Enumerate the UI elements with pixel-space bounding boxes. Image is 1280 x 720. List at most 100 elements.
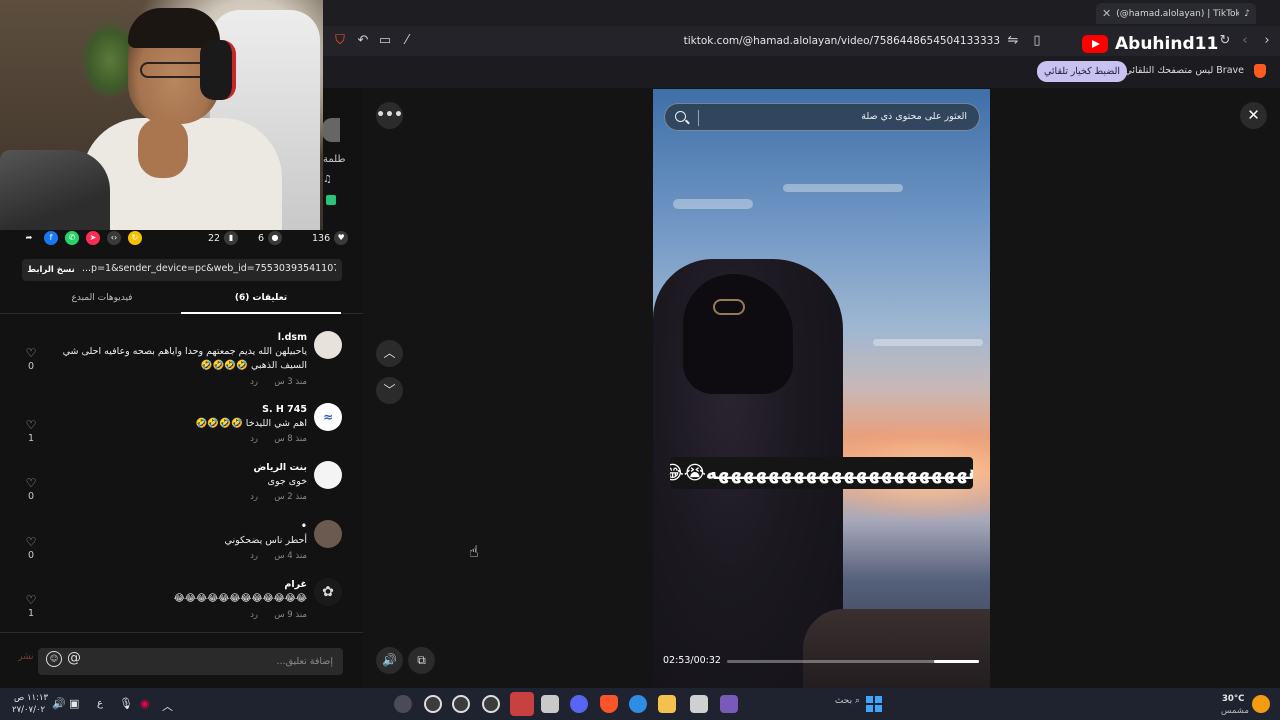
file-explorer-icon[interactable] — [658, 695, 676, 713]
commenter-avatar[interactable] — [314, 520, 342, 548]
settings-app-icon[interactable] — [424, 695, 442, 713]
telegram-icon[interactable] — [510, 692, 534, 716]
app-icon[interactable] — [720, 695, 738, 713]
taskbar-search[interactable]: ⌕ بحث — [808, 696, 860, 712]
volume-button[interactable]: 🔊 — [376, 647, 403, 674]
commenter-username[interactable]: l.dsm — [278, 332, 307, 343]
creator-avatar-edge[interactable] — [322, 118, 340, 142]
comment-like[interactable]: ♡ 0 — [22, 477, 40, 502]
windows-start-icon[interactable] — [866, 696, 882, 712]
edge-browser-icon[interactable] — [629, 695, 647, 713]
channel-overlay: Abuhind11 — [1082, 34, 1218, 54]
commenter-avatar[interactable] — [314, 461, 342, 489]
comment-text: أحطر ناس يضحكوني — [224, 535, 307, 546]
heart-outline-icon[interactable]: ♡ — [22, 347, 40, 359]
back-icon[interactable]: › — [1258, 32, 1276, 50]
repost-icon[interactable]: ↻ — [128, 231, 142, 245]
clock-date[interactable]: ٢٧/٠٧/٠٢ — [12, 705, 45, 715]
reply-button[interactable]: رد — [250, 377, 258, 387]
post-comment-button[interactable]: نشر — [18, 652, 34, 662]
app-tray-icon[interactable]: ◉ — [140, 697, 150, 710]
search-icon[interactable] — [675, 111, 686, 122]
sky-cloud — [673, 199, 753, 209]
reply-button[interactable]: رد — [250, 610, 258, 620]
set-default-button[interactable]: الضبط كخيار تلقائي — [1037, 61, 1127, 82]
embed-icon[interactable]: ‹› — [107, 231, 121, 245]
next-video-button[interactable]: ﹀ — [376, 377, 403, 404]
commenter-avatar[interactable]: ≈ — [314, 403, 342, 431]
heart-outline-icon[interactable]: ♡ — [22, 536, 40, 548]
weather-sun-icon[interactable] — [1252, 695, 1270, 713]
comment-like[interactable]: ♡ 1 — [22, 594, 40, 619]
close-viewer-button[interactable]: ✕ — [1240, 102, 1267, 129]
reply-button[interactable]: رد — [250, 492, 258, 502]
more-options-button[interactable]: ••• — [376, 102, 403, 129]
brave-shield-icon[interactable]: ⛉ — [331, 32, 349, 50]
share-icon[interactable]: ➦ — [22, 231, 36, 245]
microphone-icon[interactable]: 🎙 — [119, 697, 133, 710]
steam-icon[interactable] — [482, 695, 500, 713]
facebook-icon[interactable]: f — [44, 231, 58, 245]
tab-creator-videos[interactable]: فيديوهات المبدع — [22, 293, 182, 303]
chevron-up-icon[interactable]: ︿ — [162, 698, 173, 714]
site-settings-icon[interactable]: ⇋ — [1004, 32, 1022, 50]
reload-icon[interactable]: ↻ — [1216, 32, 1234, 50]
commenter-avatar[interactable] — [314, 331, 342, 359]
comment-input[interactable] — [38, 648, 343, 675]
commenter-username[interactable]: بنت الرياض — [254, 462, 307, 473]
gear-icon[interactable] — [394, 695, 412, 713]
picture-in-picture-button[interactable]: ⧉ — [408, 647, 435, 674]
commenter-username[interactable]: • — [301, 521, 307, 532]
discord-icon[interactable] — [570, 695, 588, 713]
previous-video-button[interactable]: ︿ — [376, 340, 403, 367]
emoji-icon[interactable]: ☺ — [46, 651, 62, 667]
video-search-bar[interactable]: العثور على محتوى ذي صلة — [664, 103, 980, 131]
webcam-overlay — [0, 0, 323, 230]
undo-icon[interactable]: ↶ — [354, 32, 372, 50]
comment-bubble-icon[interactable]: ● — [268, 231, 283, 245]
comment-like[interactable]: ♡ 0 — [22, 347, 40, 372]
video-player[interactable] — [653, 89, 990, 688]
language-indicator[interactable]: ع — [97, 698, 103, 709]
forward-icon[interactable]: ‹ — [1236, 32, 1254, 50]
calculator-icon[interactable] — [690, 695, 708, 713]
commenter-username[interactable]: غرام — [284, 579, 307, 590]
bookmark-icon[interactable]: ▯ — [1028, 32, 1046, 50]
share-link-text[interactable]: ...p=1&sender_device=pc&web_id=755303935… — [82, 263, 336, 274]
reply-button[interactable]: رد — [250, 434, 258, 444]
bookmark-save-icon[interactable]: ▮ — [224, 231, 239, 245]
video-caption: هههههههههههههههههههههه😭😂 — [670, 457, 973, 489]
comment-like[interactable]: ♡ 0 — [22, 536, 40, 561]
tab-comments[interactable]: تعليقات (6) — [181, 293, 341, 303]
clock-time[interactable]: ١١:١٣ ص — [14, 693, 48, 703]
comment-meta: منذ 2 س رد — [250, 492, 307, 502]
url-field[interactable]: tiktok.com/@hamad.alolayan/video/7586448… — [560, 32, 1000, 50]
volume-icon[interactable]: 🔊 — [52, 697, 66, 710]
save-action[interactable]: 22 ▮ — [208, 229, 239, 247]
extension-icon[interactable]: ⁄ — [398, 32, 416, 50]
reply-button[interactable]: رد — [250, 551, 258, 561]
obs-icon[interactable] — [452, 695, 470, 713]
heart-icon[interactable]: ♥ — [334, 231, 349, 245]
brave-browser-icon[interactable] — [600, 695, 618, 713]
network-icon[interactable]: ▣ — [69, 697, 79, 710]
send-to-friend-icon[interactable]: ➤ — [86, 231, 100, 245]
commenter-avatar[interactable]: ✿ — [314, 578, 342, 606]
browser-tab[interactable]: ✕ (@hamad.alolayan) | TikTok ♪ — [1096, 3, 1256, 24]
heart-outline-icon[interactable]: ♡ — [22, 477, 40, 489]
video-progress-bar[interactable] — [727, 660, 979, 663]
copy-link-button[interactable]: نسخ الرابط — [26, 262, 76, 278]
commenter-username[interactable]: S. H 745 — [262, 404, 307, 415]
app-icon-cat[interactable] — [541, 695, 559, 713]
heart-outline-icon[interactable]: ♡ — [22, 594, 40, 606]
whatsapp-icon[interactable]: ✆ — [65, 231, 79, 245]
like-action[interactable]: 136 ♥ — [312, 229, 349, 247]
comment-like[interactable]: ♡ 1 — [22, 419, 40, 444]
heart-outline-icon[interactable]: ♡ — [22, 419, 40, 431]
cast-icon[interactable]: ▭ — [376, 32, 394, 50]
mention-icon[interactable]: @ — [67, 650, 81, 666]
close-tab-icon[interactable]: ✕ — [1102, 7, 1111, 20]
comment-action[interactable]: 6 ● — [258, 229, 283, 247]
search-divider — [698, 110, 699, 126]
brave-logo-icon — [1254, 64, 1266, 78]
